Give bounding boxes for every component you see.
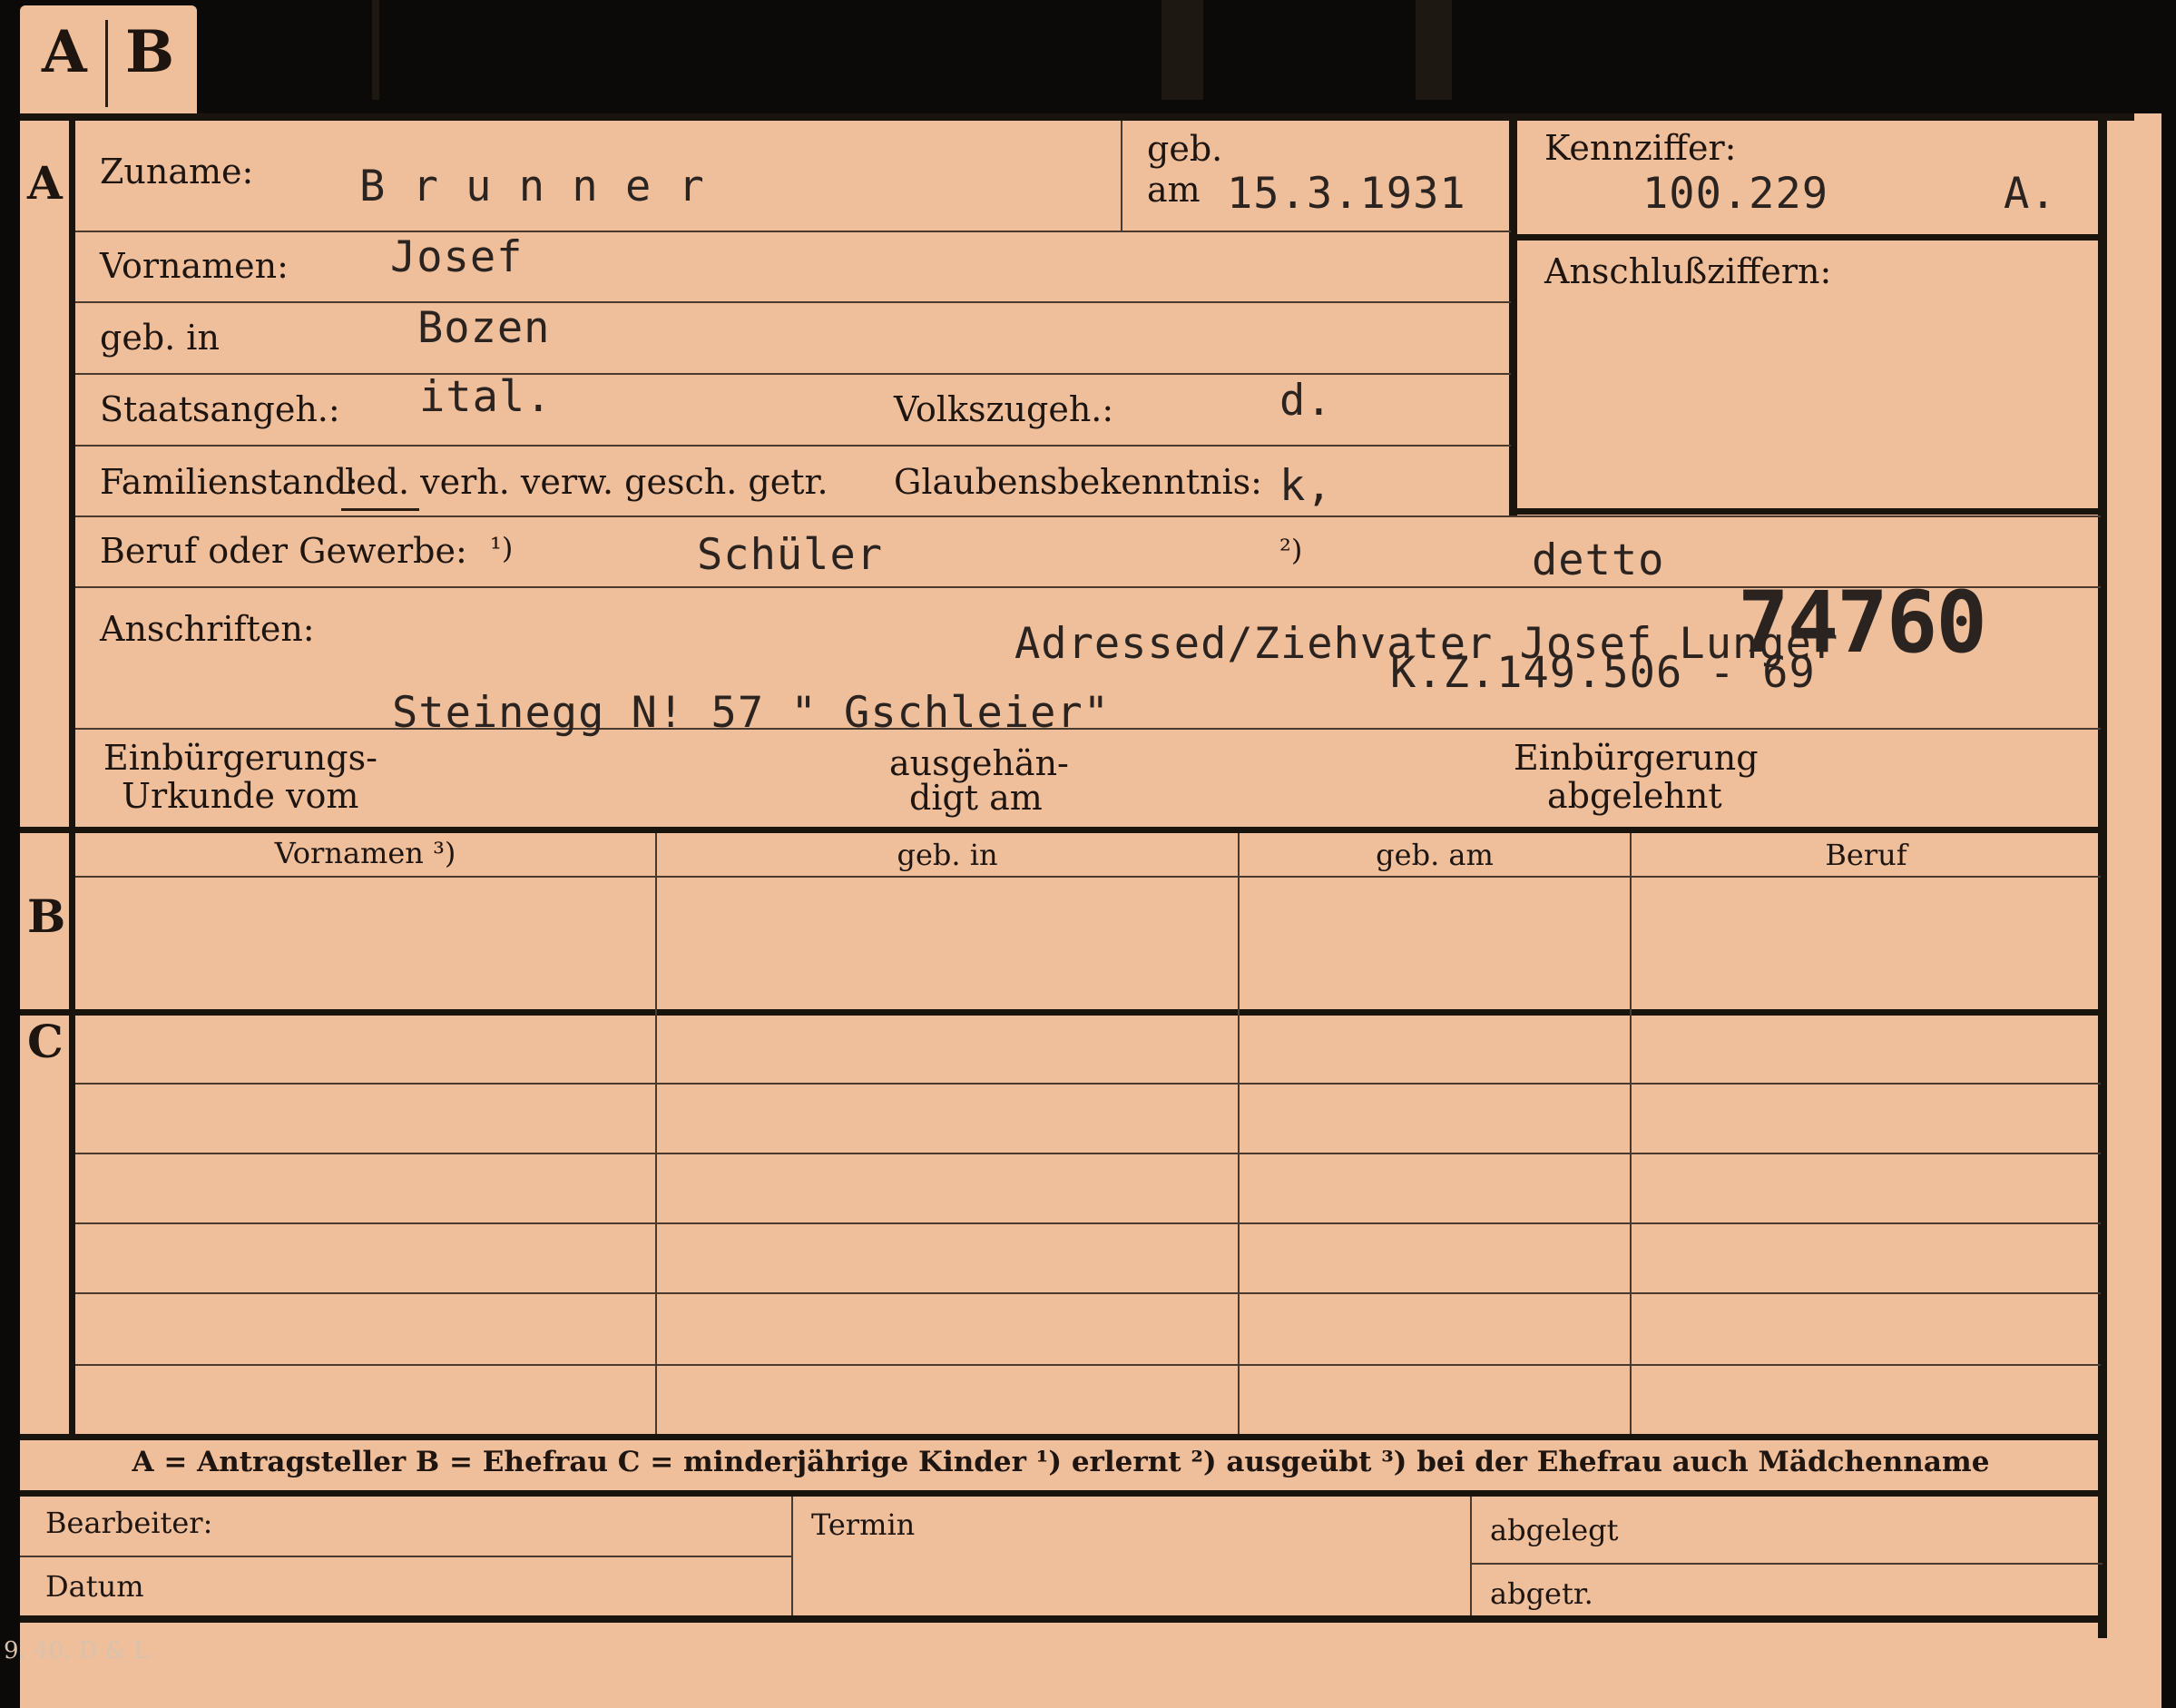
table-row-rule [75,1292,2101,1294]
label-geb-in: geb. in [100,318,220,358]
label-glaubensbekenntnis: Glaubensbekenntnis: [894,462,1262,502]
frame-kennziffer-box-left [1509,118,1517,517]
scan-streak [1416,0,1452,100]
table-row-rule [75,1083,2101,1085]
footer-rule [20,1556,791,1557]
value-kennziffer-suffix: A. [2004,169,2057,219]
value-beruf-ausgeuebt: detto [1532,535,1665,585]
label-termin: Termin [811,1507,916,1542]
label-zuname: Zuname: [100,152,254,191]
frame-section-a-bottom [20,827,2102,833]
value-geb-in: Bozen [417,303,551,353]
label-am: am [1147,170,1201,210]
table-column-rule [1630,833,1632,1434]
index-tab: A B [20,5,197,122]
legend: A = Antragsteller B = Ehefrau C = minder… [132,1446,1990,1478]
section-letter-b: B [27,889,66,943]
label-einbuergerung-abgelehnt-line1: Einbürgerung [1514,738,1759,778]
frame-bottom [20,1615,2107,1623]
footer-rule [1470,1563,2102,1565]
value-geb-am: 15.3.1931 [1227,169,1466,219]
frame-kennziffer-box-bottom [1514,508,2103,515]
rule [75,373,1511,375]
table-column-rule [1238,833,1240,1434]
frame-legend-bottom [20,1490,2102,1497]
label-geb: geb. [1147,129,1223,169]
col-header-geb-am: geb. am [1376,838,1494,872]
frame-kennziffer-box-mid [1514,234,2103,240]
rule [75,515,2101,517]
tab-letter-b: B [125,18,175,86]
label-abgelegt: abgelegt [1490,1513,1619,1547]
rule [75,301,1511,303]
footnote-marker-1: ¹) [490,531,514,565]
value-glaubensbekenntnis: k, [1279,461,1333,511]
value-vornamen: Josef [390,232,524,282]
footnote-marker-2: ²) [1279,533,1303,567]
footer-column-rule [791,1497,793,1615]
value-zuname: B r u n n e r [359,162,705,211]
label-einbuergerung-line2: Urkunde vom [122,776,359,816]
frame-left-column [69,118,75,1438]
value-address-line2: Steinegg N! 57 " Gschleier" [392,688,1111,738]
stamped-number: 74760 [1738,574,1987,672]
value-volkszugeh: d. [1279,376,1333,426]
tab-divider [105,20,108,107]
rule [1121,121,1122,231]
label-einbuergerung-line1: Einbürgerungs- [103,738,377,778]
frame-top [20,113,2134,121]
label-abgetr: abgetr. [1490,1576,1593,1611]
col-header-vornamen: Vornamen ³) [274,836,456,870]
label-familienstand-options: led. verh. verw. gesch. getr. [345,462,828,502]
rule [75,445,1511,447]
table-row-rule [75,1222,2101,1224]
scan-streak [372,0,379,100]
section-letter-a: A [27,156,63,210]
label-vornamen: Vornamen: [100,246,289,286]
value-staatsangeh: ital. [419,372,553,422]
label-staatsangeh: Staatsangeh.: [100,389,340,429]
label-ausgehaendigt-line1: ausgehän- [889,743,1069,783]
label-ausgehaendigt-line2: digt am [909,778,1043,818]
label-bearbeiter: Bearbeiter: [45,1506,213,1540]
label-beruf-oder-gewerbe: Beruf oder Gewerbe: [100,531,467,571]
frame-section-c-bottom [20,1434,2102,1440]
value-beruf-erlernt: Schüler [697,530,884,580]
label-anschriften: Anschriften: [100,609,315,649]
tab-letter-a: A [42,18,87,86]
label-kennziffer: Kennziffer: [1544,128,1737,168]
label-anschlussziffern: Anschlußziffern: [1544,251,1832,291]
label-familienstand: Familienstand: [100,462,358,502]
table-header-rule [75,876,2101,878]
rule [75,231,1511,232]
section-letter-c: C [27,1015,64,1068]
footer-column-rule [1470,1497,1472,1615]
col-header-geb-in: geb. in [897,838,998,872]
table-column-rule [655,833,657,1434]
label-datum: Datum [45,1569,144,1604]
frame-section-b-bottom [20,1009,2102,1016]
label-volkszugeh: Volkszugeh.: [894,389,1114,429]
underline-ledig [341,508,419,511]
table-row-rule [75,1153,2101,1154]
scan-streak [1162,0,1203,100]
label-einbuergerung-abgelehnt-line2: abgelehnt [1547,776,1722,816]
col-header-beruf: Beruf [1825,838,1907,872]
table-row-rule [75,1364,2101,1366]
print-code: 9. 40. D & L [4,1637,150,1664]
value-kennziffer: 100.229 [1642,169,1829,219]
